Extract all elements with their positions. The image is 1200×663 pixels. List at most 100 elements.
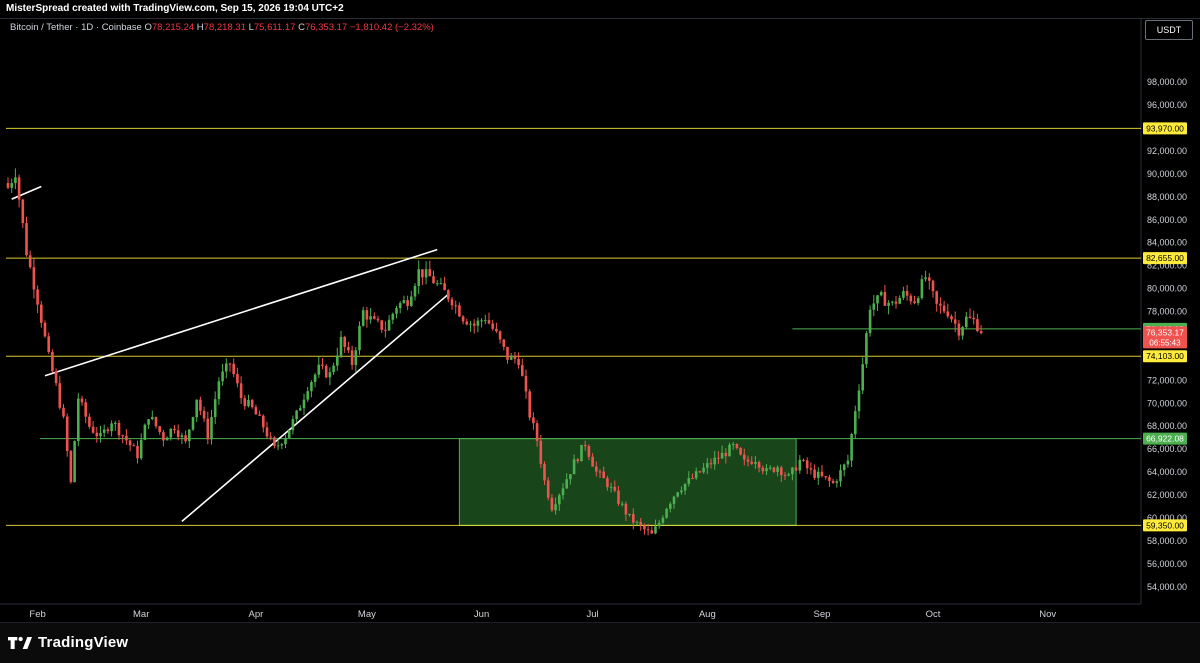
candle-body xyxy=(632,513,635,523)
candle-body xyxy=(591,456,594,467)
price-level-axis-label: 82,655.00 xyxy=(1146,253,1184,263)
candle-body xyxy=(798,459,802,471)
candle-body xyxy=(128,440,132,446)
candle-body xyxy=(891,301,894,303)
candle-body xyxy=(247,400,250,407)
candle-body xyxy=(887,302,890,306)
candle-body xyxy=(6,183,10,188)
price-tick-label: 78,000.00 xyxy=(1147,307,1187,317)
candle-body xyxy=(376,318,380,321)
time-tick-label: Oct xyxy=(926,609,941,620)
candle-body xyxy=(550,497,554,511)
candle-body xyxy=(310,382,313,392)
candle-body xyxy=(979,331,983,334)
candle-body xyxy=(868,309,872,334)
candle-body xyxy=(210,417,213,440)
price-tick-label: 98,000.00 xyxy=(1147,77,1187,87)
candle-body xyxy=(469,323,472,325)
candle-body xyxy=(84,402,87,417)
candle-body xyxy=(58,383,62,408)
price-tick-label: 88,000.00 xyxy=(1147,192,1187,202)
price-tick-label: 54,000.00 xyxy=(1147,582,1187,592)
candle-body xyxy=(476,320,480,326)
candle-body xyxy=(176,430,180,437)
candle-body xyxy=(746,459,750,462)
candle-body xyxy=(628,513,631,515)
price-tick-label: 56,000.00 xyxy=(1147,559,1187,569)
candle-body xyxy=(91,426,95,433)
candle-body xyxy=(657,522,661,527)
candle-body xyxy=(928,277,931,281)
candle-body xyxy=(709,463,713,465)
price-tick-label: 58,000.00 xyxy=(1147,536,1187,546)
candle-body xyxy=(506,346,509,360)
candle-body xyxy=(347,346,350,351)
candle-body xyxy=(828,477,831,481)
trendline xyxy=(181,293,449,523)
candle-body xyxy=(276,445,280,447)
candle-body xyxy=(676,492,679,497)
candle-body xyxy=(961,327,964,336)
candle-body xyxy=(391,313,395,320)
candle-body xyxy=(354,350,358,365)
candle-body xyxy=(824,476,827,478)
candle-body xyxy=(51,351,54,372)
candle-body xyxy=(291,419,295,431)
candle-body xyxy=(151,417,154,420)
candle-body xyxy=(613,486,617,491)
candle-body xyxy=(25,223,28,256)
candle-body xyxy=(546,480,550,498)
candle-body xyxy=(942,305,946,312)
candle-body xyxy=(916,298,920,303)
candle-body xyxy=(602,471,605,479)
consolidation-zone xyxy=(458,438,797,526)
candle-body xyxy=(258,414,261,416)
candle-body xyxy=(735,444,739,449)
price-tick-label: 62,000.00 xyxy=(1147,490,1187,500)
candle-body xyxy=(77,398,80,442)
price-chart[interactable]: 54,000.0056,000.0058,000.0060,000.0062,0… xyxy=(0,0,1200,622)
candle-body xyxy=(776,467,779,472)
candle-body xyxy=(717,457,720,459)
price-tick-label: 90,000.00 xyxy=(1147,169,1187,179)
candle-body xyxy=(739,448,742,455)
candle-body xyxy=(88,416,91,427)
candle-body xyxy=(32,267,36,290)
candle-body xyxy=(269,436,272,438)
candle-body xyxy=(976,319,979,332)
candle-body xyxy=(761,467,765,472)
candle-body xyxy=(47,336,50,352)
candle-body xyxy=(780,467,783,476)
candle-body xyxy=(720,452,724,459)
candle-body xyxy=(635,521,639,523)
candle-body xyxy=(265,427,269,437)
candle-body xyxy=(624,503,628,515)
candle-body xyxy=(598,471,602,473)
tradingview-brand[interactable]: TradingView xyxy=(8,634,128,651)
candle-body xyxy=(110,423,113,432)
candle-body xyxy=(165,437,169,441)
candle-body xyxy=(898,297,901,304)
candle-body xyxy=(528,391,531,418)
candle-body xyxy=(132,445,136,447)
candle-body xyxy=(162,432,165,441)
candle-body xyxy=(939,303,942,306)
candle-body xyxy=(313,374,317,383)
candle-body xyxy=(302,399,306,409)
currency-selector[interactable]: USDT xyxy=(1145,20,1193,40)
candle-body xyxy=(654,526,657,534)
candle-body xyxy=(495,328,498,332)
time-tick-label: Nov xyxy=(1039,609,1056,620)
candle-body xyxy=(521,365,524,376)
candle-body xyxy=(765,468,768,472)
candle-body xyxy=(143,424,147,440)
candle-body xyxy=(931,280,935,292)
candle-body xyxy=(694,471,698,479)
candle-body xyxy=(724,452,728,457)
candle-body xyxy=(262,415,265,428)
candle-body xyxy=(221,371,224,382)
candle-body xyxy=(439,283,443,285)
candle-body xyxy=(706,463,709,468)
candle-body xyxy=(791,467,794,475)
candle-body xyxy=(805,460,809,469)
